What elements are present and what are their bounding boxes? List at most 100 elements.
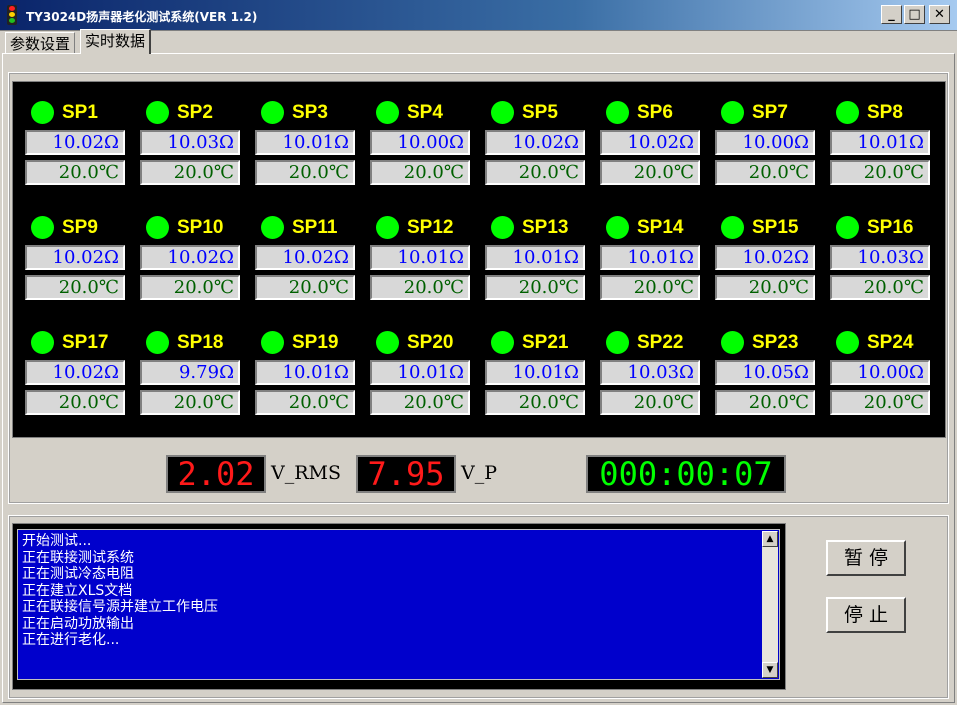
temperature-field: 20.0℃ xyxy=(485,390,585,415)
status-led-icon xyxy=(146,331,169,354)
status-led-icon xyxy=(606,216,629,239)
resistance-field: 10.02Ω xyxy=(25,360,125,385)
temperature-field: 20.0℃ xyxy=(485,160,585,185)
log-line: 正在联接测试系统 xyxy=(22,549,134,566)
minimize-button[interactable]: _ xyxy=(881,5,902,24)
resistance-field: 10.01Ω xyxy=(485,245,585,270)
temperature-field: 20.0℃ xyxy=(140,160,240,185)
temperature-field: 20.0℃ xyxy=(370,160,470,185)
temperature-field: 20.0℃ xyxy=(830,275,930,300)
resistance-field: 10.01Ω xyxy=(370,245,470,270)
resistance-field: 10.01Ω xyxy=(255,360,355,385)
speaker-cell: SP17 10.02Ω 20.0℃ xyxy=(25,329,129,439)
speaker-cell: SP24 10.00Ω 20.0℃ xyxy=(830,329,934,439)
status-led-icon xyxy=(31,101,54,124)
tab-parameter-settings[interactable]: 参数设置 xyxy=(5,32,76,54)
resistance-field: 10.00Ω xyxy=(715,130,815,155)
speaker-label: SP21 xyxy=(522,332,569,353)
speaker-cell: SP11 10.02Ω 20.0℃ xyxy=(255,214,359,324)
stop-button[interactable]: 停止 xyxy=(826,597,906,633)
temperature-field: 20.0℃ xyxy=(715,275,815,300)
temperature-field: 20.0℃ xyxy=(600,275,700,300)
speaker-label: SP10 xyxy=(177,217,224,238)
temperature-field: 20.0℃ xyxy=(600,160,700,185)
speaker-label: SP14 xyxy=(637,217,684,238)
pause-button[interactable]: 暂停 xyxy=(826,540,906,576)
temperature-field: 20.0℃ xyxy=(25,275,125,300)
speaker-cell: SP21 10.01Ω 20.0℃ xyxy=(485,329,589,439)
traffic-light-icon xyxy=(7,5,17,25)
log-textbox[interactable]: 开始测试... 正在联接测试系统 正在测试冷态电阻 正在建立XLS文档 正在联接信号源并… xyxy=(17,529,780,680)
log-line: 正在联接信号源并建立工作电压 xyxy=(22,599,218,615)
log-line: 正在建立XLS文档 xyxy=(22,582,133,599)
status-led-icon xyxy=(261,101,284,124)
speaker-cell: SP3 10.01Ω 20.0℃ xyxy=(255,99,359,209)
status-led-icon xyxy=(721,216,744,239)
speaker-label: SP15 xyxy=(752,217,799,238)
speaker-cell: SP5 10.02Ω 20.0℃ xyxy=(485,99,589,209)
speaker-label: SP4 xyxy=(407,102,443,123)
speaker-label: SP17 xyxy=(62,332,109,353)
speaker-cell: SP6 10.02Ω 20.0℃ xyxy=(600,99,704,209)
status-led-icon xyxy=(491,101,514,124)
v-rms-unit: V_RMS xyxy=(271,462,341,484)
speaker-label: SP12 xyxy=(407,217,454,238)
log-line: 正在进行老化... xyxy=(22,632,120,648)
status-led-icon xyxy=(31,216,54,239)
log-line: 正在启动功放输出 xyxy=(22,615,134,632)
resistance-field: 10.02Ω xyxy=(25,130,125,155)
resistance-field: 10.01Ω xyxy=(255,130,355,155)
arrow-up-icon[interactable]: ▲ xyxy=(762,531,778,547)
resistance-field: 10.01Ω xyxy=(485,360,585,385)
speaker-label: SP2 xyxy=(177,102,213,123)
resistance-field: 10.02Ω xyxy=(600,130,700,155)
status-led-icon xyxy=(606,331,629,354)
speaker-label: SP16 xyxy=(867,217,914,238)
arrow-down-icon[interactable]: ▼ xyxy=(762,662,778,678)
log-lines: 开始测试... 正在联接测试系统 正在测试冷态电阻 正在建立XLS文档 正在联接信号源并… xyxy=(22,533,218,649)
maximize-button[interactable]: □ xyxy=(904,5,925,24)
temperature-field: 20.0℃ xyxy=(255,275,355,300)
temperature-field: 20.0℃ xyxy=(255,390,355,415)
tab-realtime-data[interactable]: 实时数据 xyxy=(80,29,152,54)
temperature-field: 20.0℃ xyxy=(600,390,700,415)
elapsed-timer: 000:00:07 xyxy=(586,455,786,493)
status-led-icon xyxy=(261,216,284,239)
temperature-field: 20.0℃ xyxy=(140,390,240,415)
v-p-display: 7.95 xyxy=(356,455,456,493)
status-led-icon xyxy=(146,216,169,239)
status-led-icon xyxy=(491,216,514,239)
temperature-field: 20.0℃ xyxy=(25,390,125,415)
close-button[interactable]: ✕ xyxy=(929,5,950,24)
temperature-field: 20.0℃ xyxy=(715,160,815,185)
speaker-cell: SP20 10.01Ω 20.0℃ xyxy=(370,329,474,439)
temperature-field: 20.0℃ xyxy=(715,390,815,415)
status-led-icon xyxy=(31,331,54,354)
temperature-field: 20.0℃ xyxy=(830,390,930,415)
status-led-icon xyxy=(376,216,399,239)
v-p-unit: V_P xyxy=(461,462,498,484)
resistance-field: 10.01Ω xyxy=(830,130,930,155)
log-scrollbar[interactable]: ▲ ▼ xyxy=(762,531,778,678)
speaker-label: SP19 xyxy=(292,332,339,353)
speaker-cell: SP13 10.01Ω 20.0℃ xyxy=(485,214,589,324)
resistance-field: 10.03Ω xyxy=(600,360,700,385)
speaker-cell: SP8 10.01Ω 20.0℃ xyxy=(830,99,934,209)
temperature-field: 20.0℃ xyxy=(255,160,355,185)
status-led-icon xyxy=(491,331,514,354)
resistance-field: 10.00Ω xyxy=(830,360,930,385)
temperature-field: 20.0℃ xyxy=(370,390,470,415)
speaker-cell: SP2 10.03Ω 20.0℃ xyxy=(140,99,244,209)
resistance-field: 9.79Ω xyxy=(140,360,240,385)
speaker-cell: SP4 10.00Ω 20.0℃ xyxy=(370,99,474,209)
temperature-field: 20.0℃ xyxy=(485,275,585,300)
speaker-cell: SP14 10.01Ω 20.0℃ xyxy=(600,214,704,324)
resistance-field: 10.00Ω xyxy=(370,130,470,155)
speaker-label: SP3 xyxy=(292,102,328,123)
status-led-icon xyxy=(606,101,629,124)
resistance-field: 10.01Ω xyxy=(600,245,700,270)
speaker-label: SP9 xyxy=(62,217,98,238)
v-rms-display: 2.02 xyxy=(166,455,266,493)
temperature-field: 20.0℃ xyxy=(25,160,125,185)
speaker-label: SP5 xyxy=(522,102,558,123)
